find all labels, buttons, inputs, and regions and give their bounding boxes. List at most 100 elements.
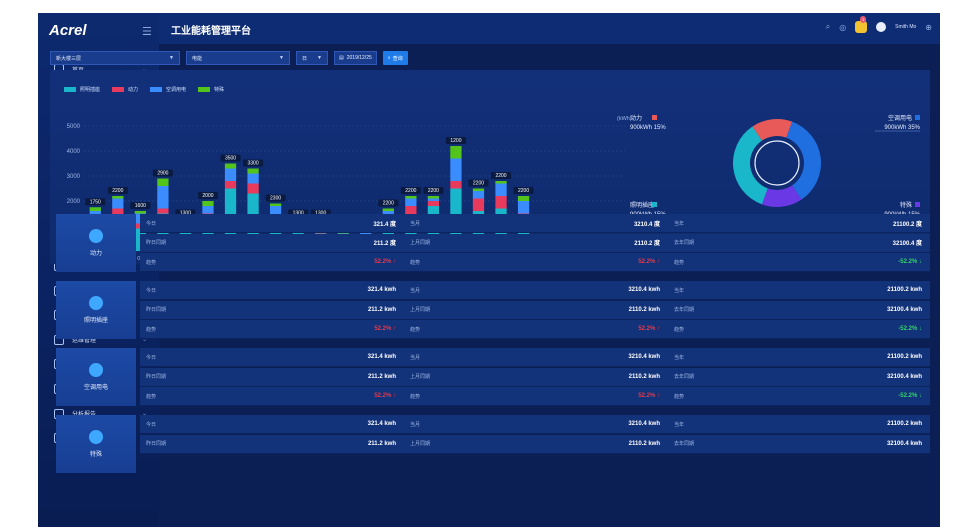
bar-segment [472,188,485,191]
pie-legend-value: 900kWh 15% [630,125,666,131]
stat-value: 3210.4 kwh [628,354,660,360]
stat-cell: 去年同期 32100.4 kwh [668,434,930,453]
data-label: 3300 [248,161,259,167]
bar-segment [427,196,440,199]
date-picker[interactable]: ▤ 2019/12/25 [334,51,377,65]
username[interactable]: Smith Mo [895,24,916,30]
stat-cell: 今日 321.4 kwh [140,281,404,300]
data-label: 2200 [473,181,484,187]
stat-value: 3210.4 度 [633,221,660,228]
app-window: Acrel ☰ 首页⌄数据监控⌄变压器监控⌄监控网络⌄电能质量⌄能耗统计⌄单耗统… [38,13,940,527]
query-button-label: 查询 [392,55,403,62]
stat-value: -52.2% ↓ [898,259,922,265]
stat-label: 当月 [410,287,421,294]
stat-group-label: 动力 [89,251,102,257]
stat-cell: 当年 21100.2 kwh [668,348,930,367]
stat-value: 211.2 kwh [367,373,396,380]
bar-segment [517,196,530,201]
globe-icon[interactable]: ⊕ [925,23,932,32]
settings-icon[interactable]: ◎ [839,23,846,32]
stat-value: 2110.2 度 [634,241,660,247]
bar-segment [224,168,237,181]
energy-select[interactable]: 电能 ▼ [186,51,290,65]
topbar: 工业能耗管理平台 ⌕ ◎ 1 Smith Mo ⊕ [159,13,940,44]
stat-cell: 当月 3210.4 kwh [404,348,668,367]
topbar-actions: ⌕ ◎ 1 Smith Mo ⊕ [826,16,932,33]
stat-row: 昨日同期 211.2 kwh 上月同期 2110.2 kwh 去年同期 32100.4 k… [140,300,930,320]
stat-value: 32100.4 kwh [886,306,922,313]
stat-row: 昨日同期 211.2 kwh 上月同期 2110.2 kwh 去年同期 32100.4 k… [140,434,930,454]
stat-cell: 今日 321.4 度 [140,214,404,233]
stat-cell: 趋势 -52.2% ↓ [668,320,930,339]
bar-segment [382,208,394,211]
stat-value: 3210.4 kwh [628,421,660,427]
stat-value: 3210.4 kwh [628,287,660,293]
aircon-icon [89,363,103,377]
stat-value: 32100.4 kwh [886,373,922,380]
data-label: 2200 [405,188,416,194]
stat-label: 当月 [410,421,421,428]
stat-row: 今日 321.4 kwh 当月 3210.4 kwh 当年 21100.2 kwh [140,415,930,434]
stat-group: 动力 今日 321.4 度 当月 3210.4 度 当年 21100.2 度昨日同期 211.… [50,214,930,272]
period-select[interactable]: 日 ▼ [296,51,328,65]
pie-legend-value: 900kWh 35% [884,125,920,131]
pie-legend-name: 动力 [630,114,642,122]
bar-segment [472,198,485,211]
stat-label: 昨日同期 [146,240,167,246]
data-label: 2000 [202,193,213,199]
query-button[interactable]: ⌕ 查询 [382,51,408,65]
bar-segment [112,198,124,209]
pie-legend-name: 特殊 [900,201,912,209]
stat-value: 321.4 kwh [367,287,396,293]
stat-row: 今日 321.4 kwh 当月 3210.4 kwh 当年 21100.2 kwh [140,281,930,300]
stat-label: 今日 [146,287,157,294]
pie-legend-swatch [915,115,920,120]
stat-value: 52.2% ↑ [374,393,396,399]
menu-toggle-icon[interactable]: ☰ [142,25,152,38]
bar-segment [495,183,507,196]
plug-icon [89,296,103,310]
stat-label: 今日 [146,354,157,361]
bar-segment [495,181,507,184]
stat-label: 去年同期 [674,441,695,447]
stat-label: 趋势 [146,326,157,333]
stat-label: 去年同期 [674,374,695,380]
chevron-down-icon: ▼ [317,55,322,61]
data-label: 2200 [518,188,529,194]
filter-bar: 新大楼三层 ▼ 电能 ▼ 日 ▼ ▤ 2019/12/25 ⌕ 查询 [50,51,408,65]
stat-group: 特殊 今日 321.4 kwh 当月 3210.4 kwh 当年 21100.2 kwh 昨日… [50,415,930,473]
stat-value: 321.4 kwh [367,354,396,360]
data-label: 3500 [225,156,236,162]
special-icon [89,430,103,444]
building-select-value: 新大楼三层 [56,55,82,62]
stat-cell: 去年同期 32100.4 kwh [668,367,930,386]
stat-label: 趋势 [146,259,157,266]
pie-legend-swatch [652,202,657,207]
building-select[interactable]: 新大楼三层 ▼ [50,51,180,65]
data-label: 2900 [157,171,168,177]
avatar[interactable] [876,22,887,32]
stat-label: 趋势 [410,393,421,400]
stat-cell: 趋势 -52.2% ↓ [668,253,930,272]
bar-segment [112,196,124,199]
bar-segment [224,163,237,169]
bar-segment [247,173,259,184]
stat-label: 趋势 [410,326,421,333]
stat-cell: 趋势 52.2% ↑ [404,253,668,272]
stat-cell: 趋势 52.2% ↑ [140,253,404,272]
data-label: 2200 [383,201,394,207]
stat-row: 昨日同期 211.2 kwh 上月同期 2110.2 kwh 去年同期 32100.4 k… [140,367,930,387]
stat-cell: 趋势 -52.2% ↓ [668,387,930,406]
stat-value: 211.2 kwh [367,306,396,313]
stat-row: 昨日同期 211.2 度 上月同期 2110.2 度 去年同期 32100.4 度 [140,233,930,253]
notification-bell-icon[interactable]: 1 [855,16,868,33]
stat-label: 上月同期 [410,441,431,447]
bar-segment [224,181,237,189]
pie-legend-name: 照明插座 [630,201,654,209]
search-icon[interactable]: ⌕ [826,22,830,32]
stat-cell: 昨日同期 211.2 kwh [140,300,404,319]
stat-value: -52.2% ↓ [898,393,922,399]
stat-cell: 趋势 52.2% ↑ [404,320,668,339]
bar-segment [157,186,169,209]
stat-cell: 昨日同期 211.2 kwh [140,434,404,453]
